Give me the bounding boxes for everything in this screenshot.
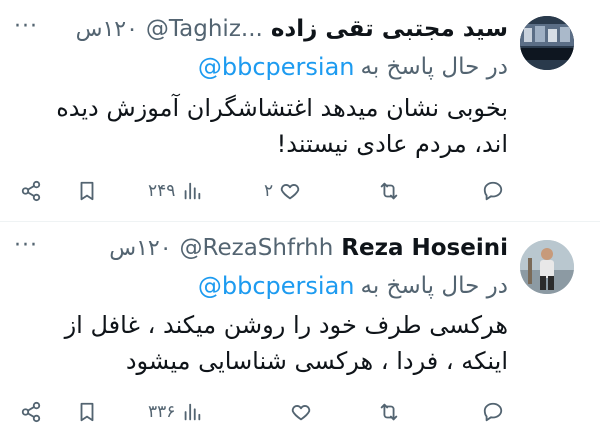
replying-to: در حال پاسخ به @bbcpersian	[198, 267, 508, 305]
share-icon	[21, 401, 41, 423]
like-button[interactable]: ۲	[264, 176, 301, 206]
mention-link[interactable]: @bbcpersian	[198, 272, 355, 300]
display-name[interactable]: Reza Hoseini	[341, 235, 508, 261]
views-count: ۳۳۶	[148, 402, 176, 422]
more-options-icon[interactable]: ···	[14, 233, 38, 258]
tweet[interactable]: سید مجتبی تقی زاده @Taghiz... ۱۲۰س ··· د…	[0, 0, 600, 222]
timestamp[interactable]: ۱۲۰س	[76, 17, 138, 42]
reply-icon	[483, 402, 503, 422]
action-bar: ۳۳۶	[20, 397, 508, 427]
tweet-text: هرکسی طرف خود را روشن میکند ، غافل از ای…	[64, 311, 508, 375]
tweet-text: بخوبی نشان میدهد اغتشاشگران آموزش دیده ا…	[56, 94, 508, 158]
avatar[interactable]	[520, 16, 574, 70]
reply-icon	[483, 181, 503, 201]
views-icon	[185, 403, 201, 421]
retweet-button[interactable]	[378, 176, 400, 206]
like-button[interactable]	[284, 397, 312, 427]
replying-to-label: در حال پاسخ به	[360, 54, 508, 80]
replying-to: در حال پاسخ به @bbcpersian	[198, 48, 508, 86]
like-count: ۲	[264, 181, 274, 201]
user-handle[interactable]: @RezaShfrhh	[180, 235, 334, 261]
share-button[interactable]	[20, 176, 42, 206]
views-button[interactable]: ۳۳۶	[148, 397, 203, 427]
retweet-icon	[380, 403, 398, 421]
share-icon	[21, 180, 41, 202]
avatar[interactable]	[520, 240, 574, 294]
replying-to-label: در حال پاسخ به	[360, 273, 508, 299]
views-icon	[185, 182, 201, 200]
reply-button[interactable]	[482, 397, 504, 427]
reply-button[interactable]	[482, 176, 504, 206]
bookmark-icon	[80, 402, 94, 422]
bookmark-button[interactable]	[76, 397, 98, 427]
bookmark-icon	[80, 181, 94, 201]
share-button[interactable]	[20, 397, 42, 427]
more-options-icon[interactable]: ···	[14, 14, 38, 39]
like-icon	[291, 405, 311, 421]
tweet[interactable]: Reza Hoseini @RezaShfrhh ۱۲۰س ··· در حال…	[0, 223, 600, 444]
mention-link[interactable]: @bbcpersian	[198, 53, 355, 81]
user-handle[interactable]: @Taghiz...	[146, 16, 263, 42]
retweet-icon	[380, 182, 398, 200]
views-count: ۲۴۹	[148, 181, 176, 201]
display-name[interactable]: سید مجتبی تقی زاده	[271, 16, 508, 42]
like-icon	[280, 184, 300, 200]
bookmark-button[interactable]	[76, 176, 98, 206]
timestamp[interactable]: ۱۲۰س	[109, 236, 171, 261]
views-button[interactable]: ۲۴۹	[148, 176, 203, 206]
action-bar: ۲۴۹ ۲	[20, 176, 508, 206]
retweet-button[interactable]	[378, 397, 400, 427]
tweet-divider	[0, 221, 600, 222]
